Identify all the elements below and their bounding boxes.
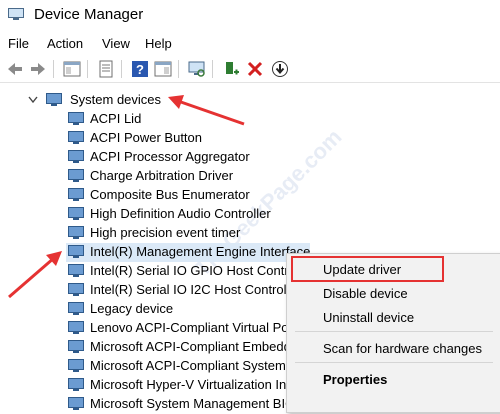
device-label: Legacy device — [90, 301, 174, 316]
device-item[interactable]: ACPI Lid — [68, 110, 368, 129]
device-icon — [68, 131, 84, 144]
device-label: Microsoft ACPI-Compliant System — [90, 358, 286, 373]
menu-divider — [295, 331, 493, 332]
device-label: Composite Bus Enumerator — [90, 187, 250, 202]
device-label: Intel(R) Serial IO GPIO Host Controller — [90, 263, 314, 278]
action-pane-icon[interactable] — [154, 60, 172, 78]
device-icon — [68, 321, 84, 334]
device-icon — [68, 226, 84, 239]
menu-divider — [295, 362, 493, 363]
device-icon — [68, 397, 84, 410]
device-item-selected[interactable]: Intel(R) Management Engine Interface — [66, 243, 310, 262]
update-driver-highlight — [291, 256, 444, 282]
chevron-down-icon[interactable] — [28, 96, 38, 104]
window-title: Device Manager — [34, 6, 144, 23]
device-label: ACPI Processor Aggregator — [90, 149, 250, 164]
device-icon — [68, 359, 84, 372]
menu-item-properties[interactable]: Properties — [323, 372, 387, 387]
back-icon[interactable] — [6, 60, 24, 78]
device-label: High Definition Audio Controller — [90, 206, 271, 221]
menu-view[interactable]: View — [102, 36, 130, 51]
toolbar-separator — [121, 60, 122, 78]
device-item[interactable]: ACPI Processor Aggregator — [68, 148, 368, 167]
menu-item-uninstall-device[interactable]: Uninstall device — [323, 310, 414, 325]
device-label: Intel(R) Serial IO I2C Host Controller — [90, 282, 301, 297]
update-driver-icon[interactable] — [271, 60, 289, 78]
enable-device-icon[interactable] — [222, 60, 240, 78]
menu-help[interactable]: Help — [145, 36, 172, 51]
scan-hardware-icon[interactable] — [188, 60, 206, 78]
help-icon[interactable]: ? — [131, 60, 149, 78]
device-item[interactable]: High Definition Audio Controller — [68, 205, 368, 224]
menu-action[interactable]: Action — [47, 36, 83, 51]
system-devices-folder-icon — [46, 93, 62, 106]
uninstall-device-icon[interactable] — [246, 60, 264, 78]
device-icon — [68, 150, 84, 163]
properties-icon[interactable] — [97, 60, 115, 78]
device-item[interactable]: High precision event timer — [68, 224, 368, 243]
menu-bar: File Action View Help — [0, 34, 500, 54]
menu-item-disable-device[interactable]: Disable device — [323, 286, 408, 301]
device-label: High precision event timer — [90, 225, 241, 240]
tree-category-system-devices[interactable]: System devices — [28, 91, 190, 110]
device-icon — [68, 302, 84, 315]
device-manager-icon — [8, 8, 24, 20]
device-icon — [68, 169, 84, 182]
device-icon — [68, 264, 84, 277]
device-icon — [68, 112, 84, 125]
toolbar-separator — [87, 60, 88, 78]
device-icon — [68, 207, 84, 220]
device-item[interactable]: Composite Bus Enumerator — [68, 186, 368, 205]
svg-text:?: ? — [136, 62, 144, 77]
device-icon — [68, 283, 84, 296]
device-label: ACPI Lid — [90, 111, 142, 126]
title-bar: Device Manager — [0, 0, 500, 30]
device-item[interactable]: ACPI Power Button — [68, 129, 368, 148]
device-label: Charge Arbitration Driver — [90, 168, 234, 183]
menu-file[interactable]: File — [8, 36, 29, 51]
device-icon — [68, 378, 84, 391]
device-item[interactable]: Charge Arbitration Driver — [68, 167, 368, 186]
toolbar-separator — [53, 60, 54, 78]
show-hide-console-tree-icon[interactable] — [63, 60, 81, 78]
forward-icon[interactable] — [29, 60, 47, 78]
menu-item-scan-hardware[interactable]: Scan for hardware changes — [323, 341, 482, 356]
device-icon — [68, 188, 84, 201]
toolbar-separator — [178, 60, 179, 78]
toolbar: ? — [0, 56, 500, 83]
device-icon — [68, 245, 84, 258]
device-label: ACPI Power Button — [90, 130, 202, 145]
device-icon — [68, 340, 84, 353]
device-label: Intel(R) Management Engine Interface — [90, 244, 311, 259]
category-label: System devices — [70, 92, 162, 107]
toolbar-separator — [212, 60, 213, 78]
